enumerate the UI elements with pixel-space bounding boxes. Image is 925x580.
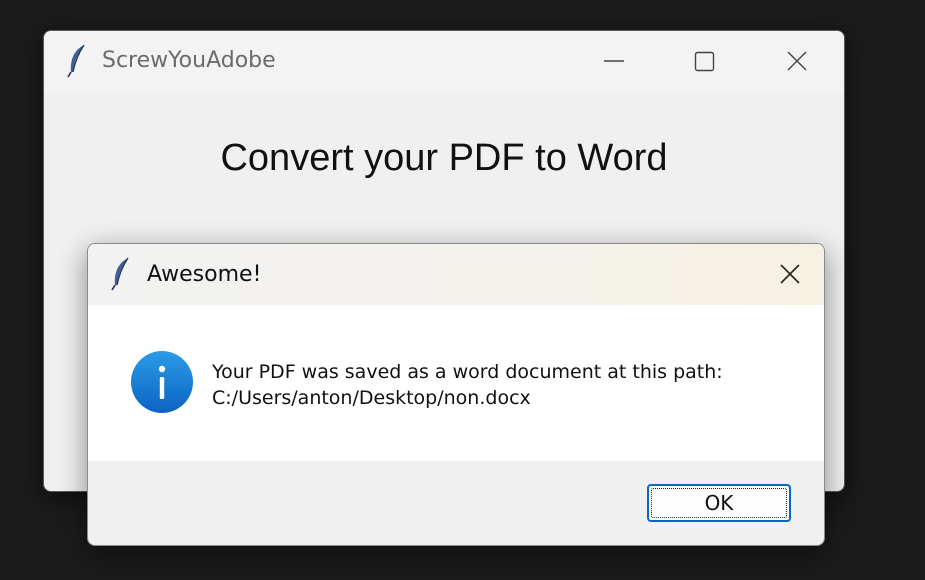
- dialog-body: Your PDF was saved as a word document at…: [88, 305, 824, 461]
- info-icon: [131, 351, 193, 413]
- close-icon: [780, 264, 800, 284]
- dialog-close-button[interactable]: [770, 254, 810, 294]
- message-line: Your PDF was saved as a word document at…: [212, 361, 723, 383]
- ok-button[interactable]: OK: [647, 484, 791, 522]
- maximize-icon: [694, 51, 715, 72]
- page-heading: Convert your PDF to Word: [220, 137, 668, 179]
- dialog-message: Your PDF was saved as a word document at…: [212, 359, 723, 411]
- main-titlebar[interactable]: ScrewYouAdobe: [44, 31, 844, 91]
- feather-icon: [111, 257, 129, 291]
- message-path: C:/Users/anton/Desktop/non.docx: [212, 387, 531, 409]
- feather-icon: [67, 44, 85, 78]
- window-title: ScrewYouAdobe: [102, 48, 276, 73]
- info-dialog: Awesome! Your PDF was saved as a word do…: [87, 243, 825, 546]
- dialog-titlebar[interactable]: Awesome!: [88, 244, 824, 305]
- minimize-icon: [604, 60, 624, 62]
- dialog-title: Awesome!: [147, 262, 262, 287]
- minimize-button[interactable]: [594, 41, 634, 81]
- maximize-button[interactable]: [684, 41, 724, 81]
- close-icon: [787, 51, 807, 71]
- close-button[interactable]: [777, 41, 817, 81]
